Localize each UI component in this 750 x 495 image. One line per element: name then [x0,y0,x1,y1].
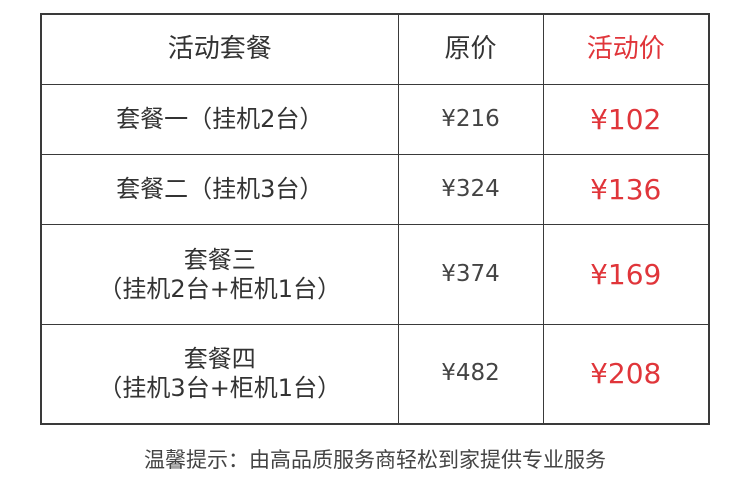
package-name-cell: 套餐三 （挂机2台+柜机1台） [40,224,399,325]
package-detail: （挂机3台+柜机1台） [98,373,342,402]
promo-price: ¥136 [542,154,710,226]
package-name-cell: 套餐四 （挂机3台+柜机1台） [40,323,399,425]
footnote: 温馨提示：由高品质服务商轻松到家提供专业服务 [144,448,606,472]
promo-price: ¥102 [542,83,710,156]
package-name: 套餐二（挂机3台） [116,175,324,204]
original-price: ¥324 [397,154,544,226]
original-price: ¥216 [397,83,544,156]
price-table: 活动套餐 原价 活动价 套餐一（挂机2台） ¥216 ¥102 套餐二（挂机3台… [40,13,710,425]
header-promo-price: 活动价 [542,13,710,85]
table-row: 套餐四 （挂机3台+柜机1台） ¥482 ¥208 [40,323,710,425]
original-price: ¥482 [397,323,544,425]
package-name-cell: 套餐二（挂机3台） [40,154,399,226]
table-row: 套餐一（挂机2台） ¥216 ¥102 [40,83,710,156]
package-name-cell: 套餐一（挂机2台） [40,83,399,156]
package-name: 套餐三 [183,245,256,274]
package-detail: （挂机2台+柜机1台） [98,274,342,303]
table-header-row: 活动套餐 原价 活动价 [40,13,710,85]
promo-price: ¥169 [542,224,710,325]
header-package: 活动套餐 [40,13,399,85]
table-row: 套餐二（挂机3台） ¥324 ¥136 [40,154,710,226]
table-row: 套餐三 （挂机2台+柜机1台） ¥374 ¥169 [40,224,710,325]
original-price: ¥374 [397,224,544,325]
header-original-price: 原价 [397,13,544,85]
package-name: 套餐一（挂机2台） [116,105,324,134]
package-name: 套餐四 [183,345,256,374]
promo-price: ¥208 [542,323,710,425]
